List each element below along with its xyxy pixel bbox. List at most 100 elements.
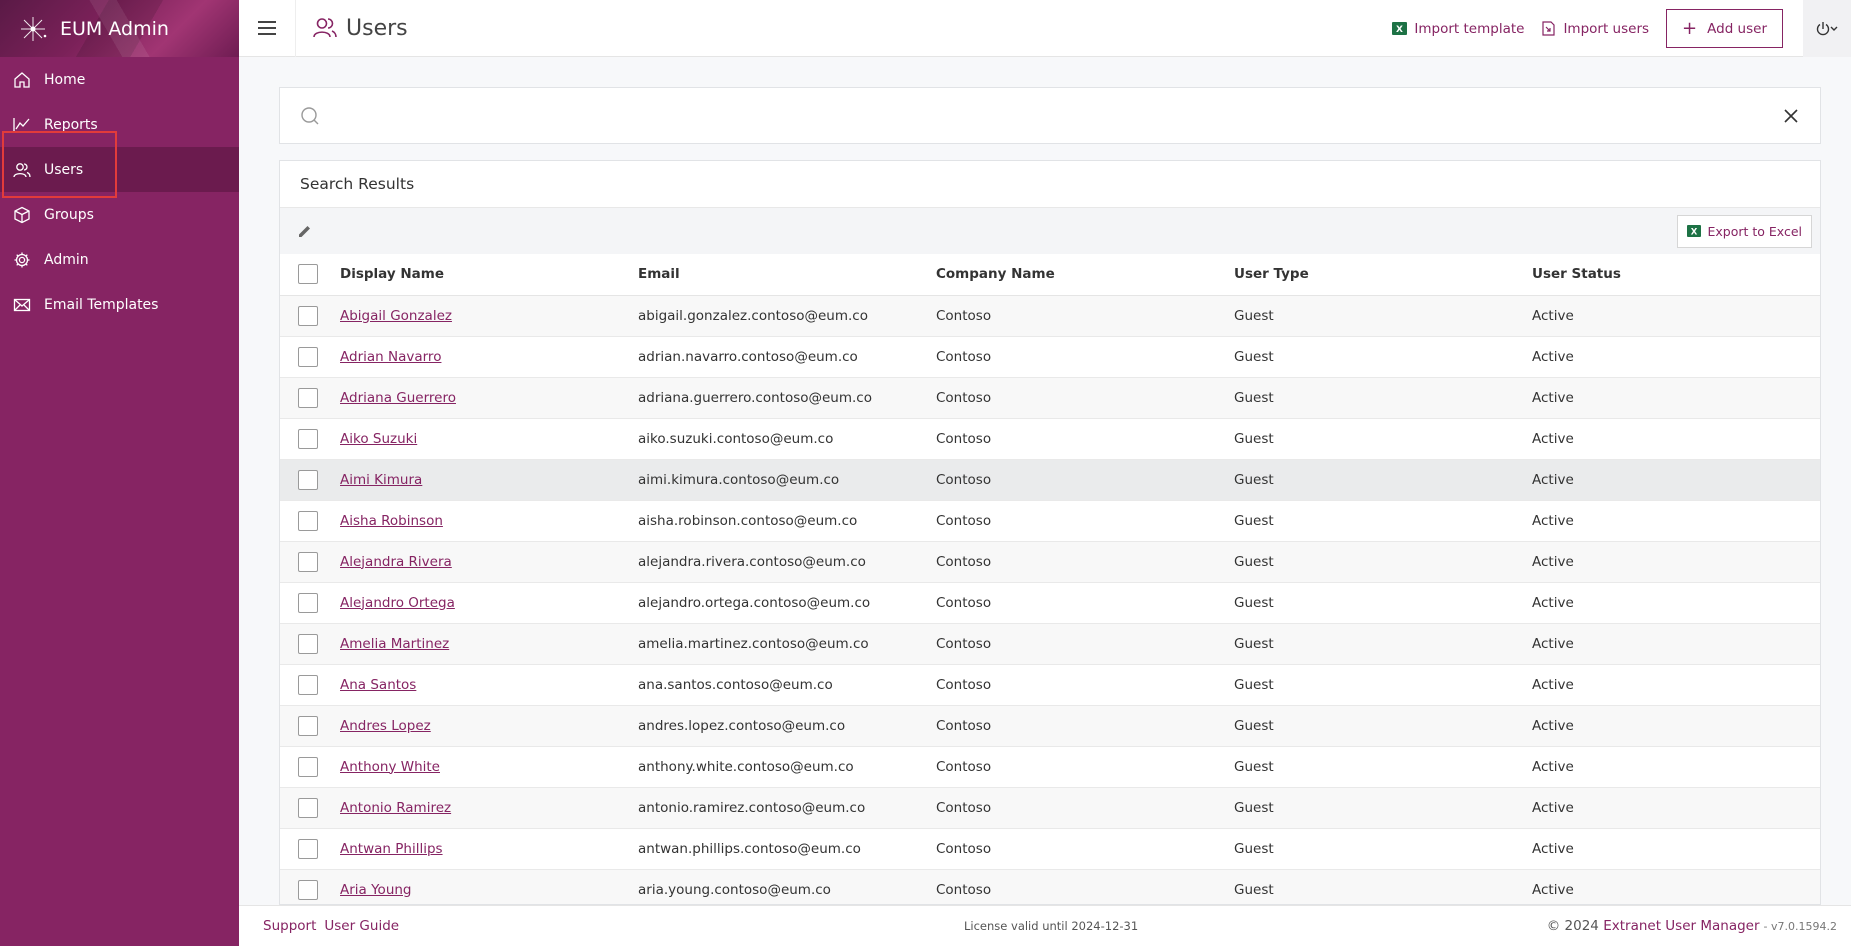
user-email-cell: aisha.robinson.contoso@eum.co bbox=[638, 500, 936, 542]
table-row[interactable]: Aimi Kimura aimi.kimura.contoso@eum.co Con… bbox=[280, 459, 1820, 501]
user-name-link[interactable]: Antwan Phillips bbox=[340, 841, 443, 857]
support-link[interactable]: Support bbox=[263, 918, 316, 934]
sidebar-item-home[interactable]: Home bbox=[0, 57, 239, 102]
user-guide-link[interactable]: User Guide bbox=[324, 918, 399, 934]
row-checkbox[interactable] bbox=[298, 510, 318, 531]
user-name-link[interactable]: Ana Santos bbox=[340, 677, 416, 693]
table-row[interactable]: Alejandra Rivera alejandra.rivera.contoso… bbox=[280, 541, 1820, 583]
column-header-email[interactable]: Email bbox=[638, 254, 936, 296]
user-name-link[interactable]: Aria Young bbox=[340, 882, 412, 898]
user-type-cell: Guest bbox=[1234, 541, 1532, 583]
sidebar-item-email-templates[interactable]: Email Templates bbox=[0, 282, 239, 327]
user-company-cell: Contoso bbox=[936, 705, 1234, 747]
user-name-link[interactable]: Adrian Navarro bbox=[340, 349, 441, 365]
table-row[interactable]: Anthony White anthony.white.contoso@eum.c… bbox=[280, 746, 1820, 788]
row-checkbox[interactable] bbox=[298, 592, 318, 613]
cube-icon bbox=[13, 206, 31, 224]
user-name-link[interactable]: Aimi Kimura bbox=[340, 472, 422, 488]
users-table: Display Name Email Company Name User Typ… bbox=[280, 254, 1820, 904]
row-checkbox[interactable] bbox=[298, 838, 318, 859]
user-status-cell: Active bbox=[1532, 418, 1820, 460]
page-header: Users bbox=[312, 15, 408, 41]
table-row[interactable]: Andres Lopez andres.lopez.contoso@eum.co C… bbox=[280, 705, 1820, 747]
user-email-cell: alejandro.ortega.contoso@eum.co bbox=[638, 582, 936, 624]
user-name-link[interactable]: Adriana Guerrero bbox=[340, 390, 456, 406]
import-template-button[interactable]: X Import template bbox=[1392, 21, 1524, 37]
user-status-cell: Active bbox=[1532, 746, 1820, 788]
row-checkbox[interactable] bbox=[298, 879, 318, 900]
search-icon bbox=[301, 106, 319, 124]
add-user-button[interactable]: + Add user bbox=[1666, 9, 1783, 48]
user-name-link[interactable]: Abigail Gonzalez bbox=[340, 308, 452, 324]
plus-icon: + bbox=[1682, 17, 1698, 39]
export-to-excel-button[interactable]: X Export to Excel bbox=[1677, 214, 1812, 248]
column-header-company-name[interactable]: Company Name bbox=[936, 254, 1234, 296]
row-checkbox[interactable] bbox=[298, 633, 318, 654]
user-status-cell: Active bbox=[1532, 828, 1820, 870]
row-checkbox[interactable] bbox=[298, 756, 318, 777]
table-row[interactable]: Amelia Martinez amelia.martinez.contoso@e… bbox=[280, 623, 1820, 665]
logo-icon bbox=[21, 16, 47, 41]
select-all-checkbox[interactable] bbox=[298, 264, 318, 285]
user-type-cell: Guest bbox=[1234, 582, 1532, 624]
import-users-button[interactable]: Import users bbox=[1541, 21, 1649, 37]
user-name-link[interactable]: Alejandro Ortega bbox=[340, 595, 455, 611]
sidebar-item-admin[interactable]: Admin bbox=[0, 237, 239, 282]
sidebar-item-label: Reports bbox=[44, 116, 98, 133]
row-checkbox[interactable] bbox=[298, 387, 318, 408]
search-input[interactable] bbox=[332, 107, 1782, 124]
row-checkbox[interactable] bbox=[298, 797, 318, 818]
table-row[interactable]: Aria Young aria.young.contoso@eum.co Conto… bbox=[280, 869, 1820, 904]
table-row[interactable]: Ana Santos ana.santos.contoso@eum.co Conto… bbox=[280, 664, 1820, 706]
power-menu-button[interactable] bbox=[1803, 0, 1851, 57]
user-name-link[interactable]: Anthony White bbox=[340, 759, 440, 775]
user-company-cell: Contoso bbox=[936, 418, 1234, 460]
row-checkbox[interactable] bbox=[298, 428, 318, 449]
copyright-brand[interactable]: Extranet User Manager bbox=[1603, 918, 1759, 934]
sidebar-item-groups[interactable]: Groups bbox=[0, 192, 239, 237]
column-header-user-type[interactable]: User Type bbox=[1234, 254, 1532, 296]
table-row[interactable]: Adrian Navarro adrian.navarro.contoso@eum… bbox=[280, 336, 1820, 378]
user-name-link[interactable]: Alejandra Rivera bbox=[340, 554, 452, 570]
table-row[interactable]: Abigail Gonzalez abigail.gonzalez.contoso… bbox=[280, 295, 1820, 337]
row-checkbox[interactable] bbox=[298, 305, 318, 326]
column-header-user-status[interactable]: User Status bbox=[1532, 254, 1820, 296]
edit-button[interactable] bbox=[294, 220, 316, 242]
user-name-link[interactable]: Aiko Suzuki bbox=[340, 431, 417, 447]
column-header-display-name[interactable]: Display Name bbox=[340, 254, 638, 296]
copyright: © 2024 Extranet User Manager - v7.0.1594.… bbox=[1547, 918, 1837, 934]
table-row[interactable]: Antonio Ramirez antonio.ramirez.contoso@e… bbox=[280, 787, 1820, 829]
sidebar: EUM Admin Home Reports Users Groups Admi… bbox=[0, 0, 239, 946]
brand-header[interactable]: EUM Admin bbox=[0, 0, 239, 57]
sidebar-item-reports[interactable]: Reports bbox=[0, 102, 239, 147]
row-checkbox[interactable] bbox=[298, 346, 318, 367]
row-checkbox[interactable] bbox=[298, 469, 318, 490]
user-status-cell: Active bbox=[1532, 295, 1820, 337]
table-row[interactable]: Aisha Robinson aisha.robinson.contoso@eum… bbox=[280, 500, 1820, 542]
row-checkbox[interactable] bbox=[298, 674, 318, 695]
menu-toggle-button[interactable] bbox=[239, 0, 296, 57]
sidebar-item-users[interactable]: Users bbox=[0, 147, 239, 192]
clear-search-icon[interactable] bbox=[1782, 107, 1800, 125]
row-checkbox[interactable] bbox=[298, 715, 318, 736]
power-icon bbox=[1816, 21, 1838, 35]
user-company-cell: Contoso bbox=[936, 541, 1234, 583]
table-row[interactable]: Adriana Guerrero adriana.guerrero.contoso… bbox=[280, 377, 1820, 419]
user-name-link[interactable]: Aisha Robinson bbox=[340, 513, 443, 529]
table-row[interactable]: Aiko Suzuki aiko.suzuki.contoso@eum.co Con… bbox=[280, 418, 1820, 460]
user-company-cell: Contoso bbox=[936, 746, 1234, 788]
add-user-label: Add user bbox=[1707, 20, 1767, 37]
svg-text:X: X bbox=[1691, 228, 1698, 238]
user-email-cell: andres.lopez.contoso@eum.co bbox=[638, 705, 936, 747]
top-bar: Users X Import template Import users + A… bbox=[239, 0, 1851, 57]
import-file-icon bbox=[1541, 21, 1556, 36]
table-row[interactable]: Alejandro Ortega alejandro.ortega.contoso… bbox=[280, 582, 1820, 624]
user-company-cell: Contoso bbox=[936, 377, 1234, 419]
table-row[interactable]: Antwan Phillips antwan.phillips.contoso@e… bbox=[280, 828, 1820, 870]
user-name-link[interactable]: Antonio Ramirez bbox=[340, 800, 451, 816]
users-icon bbox=[13, 161, 31, 179]
user-name-link[interactable]: Amelia Martinez bbox=[340, 636, 449, 652]
user-name-link[interactable]: Andres Lopez bbox=[340, 718, 431, 734]
license-text: License valid until 2024-12-31 bbox=[964, 919, 1139, 933]
row-checkbox[interactable] bbox=[298, 551, 318, 572]
